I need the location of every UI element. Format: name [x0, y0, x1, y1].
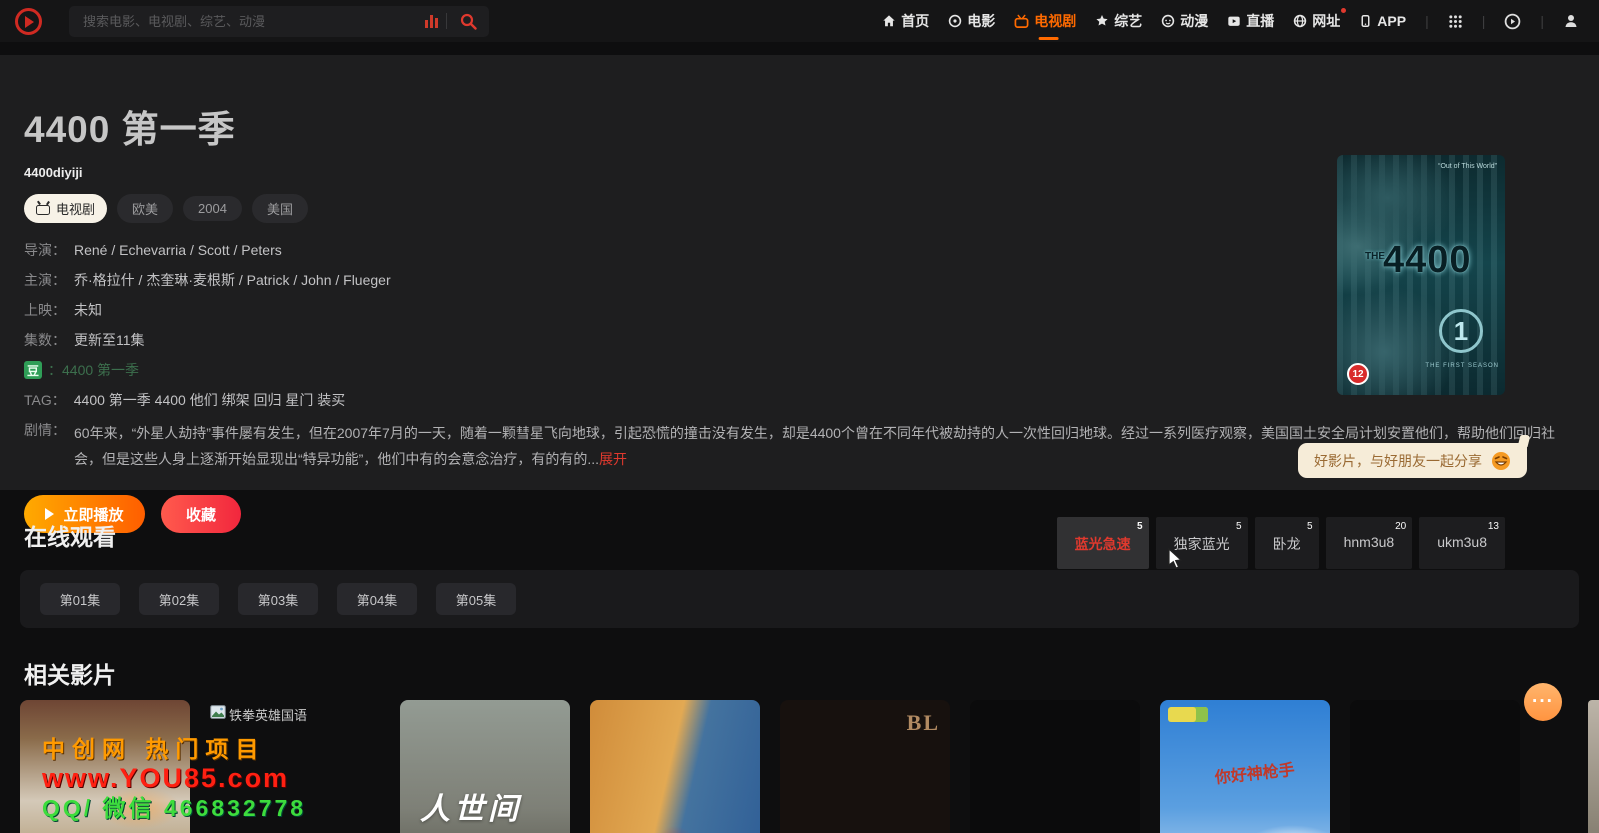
- region-pill[interactable]: 欧美: [117, 194, 173, 223]
- globe-icon: [1293, 14, 1307, 28]
- top-bar: 首页 电影 电视剧 综艺 动漫 直播 网址 A: [0, 0, 1599, 42]
- episode-button-5[interactable]: 第05集: [436, 583, 516, 615]
- history-play-icon[interactable]: [1504, 13, 1521, 30]
- search-button[interactable]: [447, 6, 489, 37]
- tab-source-5[interactable]: ukm3u813: [1419, 517, 1505, 569]
- nav-item-movies[interactable]: 电影: [948, 11, 995, 31]
- nav-item-app[interactable]: APP: [1359, 13, 1406, 29]
- search-icon: [460, 13, 477, 30]
- search-input[interactable]: [69, 14, 417, 29]
- related-cards-row: 铁拳英雄国语 人世间 BL OSS 你好神枪手: [20, 700, 1599, 833]
- user-icon[interactable]: [1563, 13, 1579, 29]
- episode-button-3[interactable]: 第03集: [238, 583, 318, 615]
- nav-item-tv-series[interactable]: 电视剧: [1014, 11, 1076, 31]
- share-tip-text: 好影片，与好朋友一起分享: [1314, 451, 1482, 471]
- related-card-placeholder[interactable]: [1350, 700, 1520, 833]
- poster-title-text: 你好神枪手: [1214, 756, 1296, 788]
- country-pill[interactable]: 美国: [252, 194, 308, 223]
- tab-source-2[interactable]: 独家蓝光5: [1156, 517, 1248, 569]
- related-card-bloss[interactable]: BL OSS: [780, 700, 950, 833]
- related-heading: 相关影片: [24, 656, 116, 690]
- related-card-placeholder[interactable]: [970, 700, 1140, 833]
- nav-separator: |: [1482, 13, 1486, 29]
- expand-link[interactable]: 展开: [599, 451, 627, 467]
- tv-icon: [1014, 14, 1029, 29]
- ranking-icon[interactable]: [417, 14, 446, 28]
- nav-item-home[interactable]: 首页: [882, 11, 929, 31]
- episode-panel: 第01集 第02集 第03集 第04集 第05集: [20, 570, 1579, 628]
- related-card-broken-image[interactable]: 铁拳英雄国语: [210, 700, 380, 833]
- nav-item-sites[interactable]: 网址: [1293, 11, 1340, 31]
- poster-badge: [1168, 707, 1208, 722]
- douban-icon: 豆: [24, 361, 42, 379]
- main-nav: 首页 电影 电视剧 综艺 动漫 直播 网址 A: [882, 11, 1599, 31]
- page: 首页 电影 电视剧 综艺 动漫 直播 网址 A: [0, 0, 1599, 833]
- poster-text-bl: BL: [907, 710, 940, 736]
- tv-icon: [36, 205, 50, 215]
- live-icon: [1227, 14, 1241, 28]
- related-card-renshijian[interactable]: 人世间: [400, 700, 570, 833]
- poster-title-number: 4400: [1383, 239, 1472, 282]
- broken-image-icon: [210, 705, 226, 719]
- anime-icon: [1161, 14, 1175, 28]
- movie-icon: [948, 14, 962, 28]
- floating-more-button[interactable]: ···: [1524, 683, 1562, 721]
- app-icon: [1359, 14, 1372, 28]
- new-badge-dot: [1341, 8, 1346, 13]
- type-pill-tv[interactable]: 电视剧: [24, 194, 107, 223]
- detail-hero: 4400 第一季 4400diyiji 电视剧 欧美 2004 美国 导演： R…: [0, 55, 1599, 490]
- tag-links[interactable]: 4400 第一季 4400 他们 绑架 回归 星门 装买: [74, 390, 346, 410]
- related-card-partial[interactable]: [1588, 700, 1599, 833]
- apps-grid-icon[interactable]: [1448, 14, 1463, 29]
- source-tabs: 蓝光急速5 独家蓝光5 卧龙5 hnm3u820 ukm3u813: [1057, 517, 1505, 569]
- broken-image-alt-text: 铁拳英雄国语: [229, 705, 307, 724]
- related-card-sky-drama[interactable]: 你好神枪手: [1160, 700, 1330, 833]
- cast-links[interactable]: 乔·格拉什 / 杰奎琳·麦根斯 / Patrick / John / Flueg…: [74, 270, 391, 290]
- search-bar: [69, 6, 489, 37]
- episode-button-1[interactable]: 第01集: [40, 583, 120, 615]
- tab-source-3[interactable]: 卧龙5: [1255, 517, 1319, 569]
- star-icon: [1095, 14, 1109, 28]
- director-links[interactable]: René / Echevarria / Scott / Peters: [74, 242, 282, 258]
- poster-quote: “Out of This World”: [1438, 163, 1497, 170]
- nav-item-live[interactable]: 直播: [1227, 11, 1274, 31]
- share-tip-bubble[interactable]: 好影片，与好朋友一起分享: [1298, 443, 1527, 478]
- poster-season-badge: 1: [1439, 309, 1483, 353]
- favorite-button[interactable]: 收藏: [161, 495, 241, 533]
- tab-source-1[interactable]: 蓝光急速5: [1057, 517, 1149, 569]
- poster-season-text: THE FIRST SEASON: [1425, 363, 1499, 369]
- site-logo-icon[interactable]: [15, 8, 42, 35]
- page-title: 4400 第一季: [24, 99, 1599, 153]
- episode-list: 第01集 第02集 第03集 第04集 第05集: [20, 570, 1579, 615]
- poster-age-rating: 12: [1347, 363, 1369, 385]
- nav-item-variety[interactable]: 综艺: [1095, 11, 1142, 31]
- laughing-emoji-icon: [1491, 451, 1511, 471]
- douban-link[interactable]: ：4400 第一季: [48, 360, 139, 380]
- episode-button-4[interactable]: 第04集: [337, 583, 417, 615]
- nav-separator: |: [1540, 13, 1544, 29]
- episode-button-2[interactable]: 第02集: [139, 583, 219, 615]
- poster-title-the: THE: [1365, 251, 1385, 262]
- poster-title-text: 人世间: [420, 784, 522, 828]
- watch-online-heading: 在线观看: [24, 518, 116, 552]
- tab-source-4[interactable]: hnm3u820: [1326, 517, 1413, 569]
- nav-separator: |: [1425, 13, 1429, 29]
- show-poster[interactable]: “Out of This World” THE 4400 1 THE FIRST…: [1337, 155, 1505, 395]
- nav-item-anime[interactable]: 动漫: [1161, 11, 1208, 31]
- home-icon: [882, 14, 896, 28]
- related-card-skating-drama[interactable]: [590, 700, 760, 833]
- related-card-rural-drama[interactable]: [20, 700, 190, 833]
- year-pill[interactable]: 2004: [183, 196, 242, 221]
